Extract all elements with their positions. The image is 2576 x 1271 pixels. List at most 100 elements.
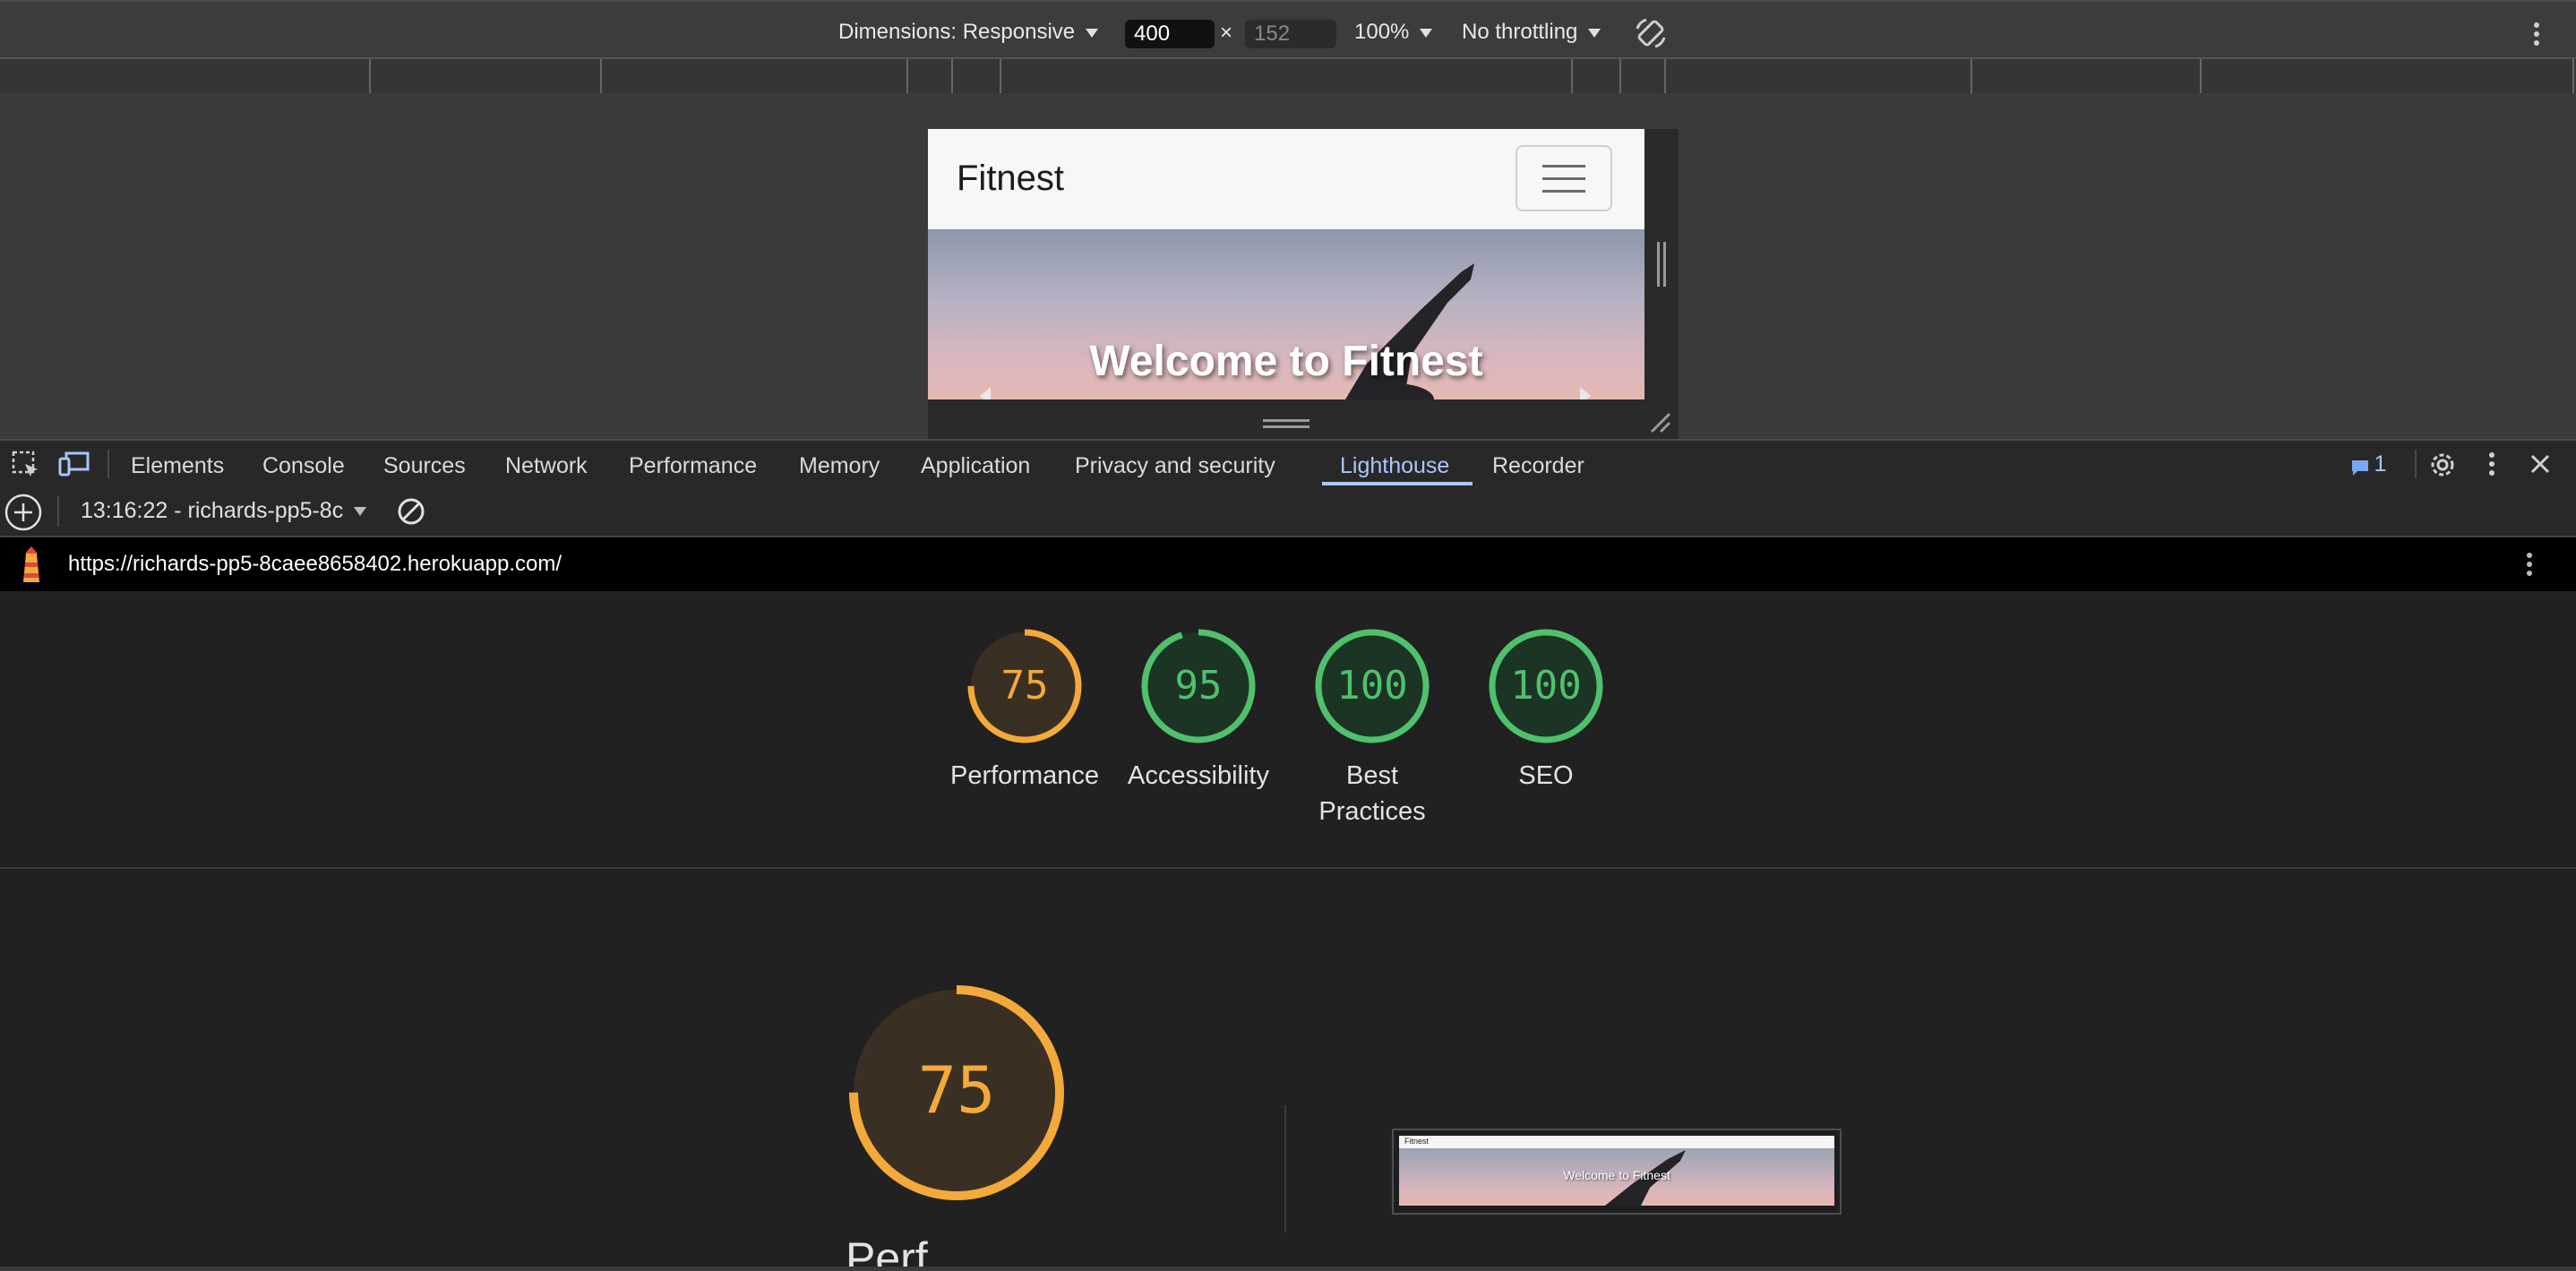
throttling-label: No throttling bbox=[1462, 20, 1578, 44]
tab-recorder[interactable]: Recorder bbox=[1492, 453, 1584, 479]
more-vert-icon[interactable] bbox=[2528, 20, 2546, 48]
times-symbol: × bbox=[1220, 21, 1233, 45]
tab-privacy-and-security[interactable]: Privacy and security bbox=[1075, 453, 1275, 479]
hamburger-icon bbox=[1542, 177, 1585, 180]
thumb-title: Welcome to Fitnest bbox=[1563, 1168, 1670, 1182]
more-vert-icon[interactable] bbox=[2483, 450, 2501, 478]
section-divider bbox=[0, 867, 2576, 869]
tab-sources[interactable]: Sources bbox=[383, 453, 466, 479]
gauge-score: 100 bbox=[1510, 663, 1581, 708]
device-bottom-handle[interactable] bbox=[928, 399, 1679, 439]
resize-handle-icon bbox=[1263, 425, 1309, 428]
tab-memory[interactable]: Memory bbox=[799, 453, 880, 479]
dimensions-label: Dimensions: Responsive bbox=[838, 20, 1076, 44]
tab-lighthouse[interactable]: Lighthouse bbox=[1340, 453, 1449, 479]
resize-corner-icon[interactable] bbox=[1648, 410, 1671, 434]
ruler-tick bbox=[1664, 59, 1666, 93]
dimensions-dropdown[interactable]: Dimensions: Responsive bbox=[838, 20, 1099, 45]
message-icon bbox=[2352, 459, 2368, 476]
gauge-best-practices[interactable]: 100 Best Practices bbox=[1283, 623, 1462, 826]
height-input[interactable]: 152 bbox=[1245, 20, 1336, 48]
gauge-ring: 100 bbox=[1315, 629, 1430, 743]
ruler-tick bbox=[1571, 59, 1573, 93]
new-report-plus-icon[interactable] bbox=[4, 493, 43, 532]
performance-main-gauge: 75 Perf bbox=[829, 971, 1084, 1271]
gauge-label-line2: Practices bbox=[1318, 797, 1426, 826]
navbar-toggler-button[interactable] bbox=[1516, 145, 1612, 211]
carousel-prev-icon[interactable] bbox=[980, 387, 991, 399]
inspect-element-icon[interactable] bbox=[11, 450, 41, 480]
report-url-bar: https://richards-pp5-8caee8658402.heroku… bbox=[0, 537, 2576, 591]
device-toolbar: Dimensions: Responsive 400 × 152 100% No… bbox=[0, 0, 2576, 59]
lighthouse-toolbar: 13:16:22 - richards-pp5-8c bbox=[0, 485, 2576, 537]
clear-block-icon[interactable] bbox=[396, 496, 426, 527]
gauge-label-line1: Best bbox=[1345, 761, 1399, 790]
throttling-dropdown[interactable]: No throttling bbox=[1462, 20, 1601, 45]
lighthouse-logo-icon bbox=[23, 546, 39, 582]
settings-gear-icon[interactable] bbox=[2427, 450, 2458, 480]
tab-console[interactable]: Console bbox=[262, 453, 345, 479]
main-gauge-score: 75 bbox=[918, 1052, 996, 1128]
gauge-label-line1: Performance bbox=[949, 761, 1099, 790]
chevron-down-icon bbox=[1420, 28, 1433, 38]
tab-performance[interactable]: Performance bbox=[629, 453, 757, 479]
thumb-brand: Fitnest bbox=[1404, 1137, 1430, 1146]
devtools-tabbar: Elements Console Sources Network Perform… bbox=[0, 439, 2576, 489]
gauge-accessibility[interactable]: 95 Accessibility bbox=[1109, 623, 1288, 790]
carousel-next-icon[interactable] bbox=[1580, 387, 1591, 399]
issues-button[interactable]: 1 bbox=[2350, 451, 2386, 478]
report-selector-dropdown[interactable]: 13:16:22 - richards-pp5-8c bbox=[81, 498, 367, 524]
gauge-ring: 100 bbox=[1489, 629, 1603, 743]
ruler-tick bbox=[906, 59, 908, 93]
hamburger-icon bbox=[1542, 165, 1585, 167]
gauge-ring: 75 Perf bbox=[846, 985, 1064, 1271]
gauge-score: 100 bbox=[1336, 663, 1407, 708]
tab-elements[interactable]: Elements bbox=[131, 453, 224, 479]
ruler-tick bbox=[1000, 59, 1001, 93]
resize-handle-icon bbox=[1657, 242, 1660, 287]
ruler-tick bbox=[951, 59, 953, 93]
separator bbox=[57, 496, 59, 527]
resize-handle-icon bbox=[1663, 242, 1666, 287]
tab-network[interactable]: Network bbox=[505, 453, 588, 479]
separator bbox=[2415, 450, 2417, 478]
site-brand[interactable]: Fitnest bbox=[957, 159, 1064, 199]
vertical-divider bbox=[1284, 1105, 1286, 1232]
thumb-navbar: Fitnest bbox=[1399, 1136, 1834, 1148]
gauge-label: Best Practices bbox=[1283, 758, 1462, 829]
chevron-down-icon bbox=[1588, 28, 1601, 38]
gauge-score: 75 bbox=[1001, 663, 1049, 708]
final-screenshot-thumbnail[interactable]: Fitnest Welcome to Fitnest bbox=[1392, 1129, 1842, 1215]
rotate-icon[interactable] bbox=[1634, 16, 1668, 50]
zoom-dropdown[interactable]: 100% bbox=[1354, 20, 1433, 45]
more-vert-icon[interactable] bbox=[2520, 550, 2538, 579]
zoom-label: 100% bbox=[1354, 20, 1410, 44]
media-query-ruler[interactable] bbox=[0, 57, 2576, 95]
site-navbar: Fitnest bbox=[928, 129, 1644, 229]
device-right-handle[interactable] bbox=[1644, 129, 1679, 439]
gauge-performance[interactable]: 75 Performance bbox=[935, 623, 1114, 790]
gauge-label: Performance bbox=[935, 758, 1114, 794]
ruler-tick bbox=[369, 59, 371, 93]
thumb-hero: Welcome to Fitnest bbox=[1399, 1148, 1834, 1206]
gauge-label: Accessibility bbox=[1109, 758, 1288, 794]
ruler-tick bbox=[600, 59, 602, 93]
chevron-down-icon bbox=[1086, 28, 1099, 38]
device-toggle-icon[interactable] bbox=[57, 450, 91, 480]
ruler-tick bbox=[2200, 59, 2202, 93]
gauge-label: SEO bbox=[1456, 758, 1636, 794]
hamburger-icon bbox=[1542, 190, 1585, 193]
resize-handle-icon bbox=[1263, 419, 1309, 422]
device-preview[interactable]: Fitnest Welcome to Fitnest bbox=[928, 129, 1644, 399]
main-gauge-title: Perf bbox=[846, 1233, 928, 1267]
width-input[interactable]: 400 bbox=[1125, 20, 1215, 48]
hero-title: Welcome to Fitnest bbox=[1089, 338, 1483, 385]
gauge-seo[interactable]: 100 SEO bbox=[1456, 623, 1636, 790]
tab-application[interactable]: Application bbox=[921, 453, 1030, 479]
report-selector-label: 13:16:22 - richards-pp5-8c bbox=[81, 498, 344, 523]
gauge-ring: 95 bbox=[1141, 629, 1256, 743]
hero-carousel: Welcome to Fitnest bbox=[928, 229, 1644, 399]
gauge-ring: 75 bbox=[967, 629, 1082, 743]
close-icon[interactable] bbox=[2528, 451, 2553, 477]
report-url-link[interactable]: https://richards-pp5-8caee8658402.heroku… bbox=[68, 552, 562, 577]
